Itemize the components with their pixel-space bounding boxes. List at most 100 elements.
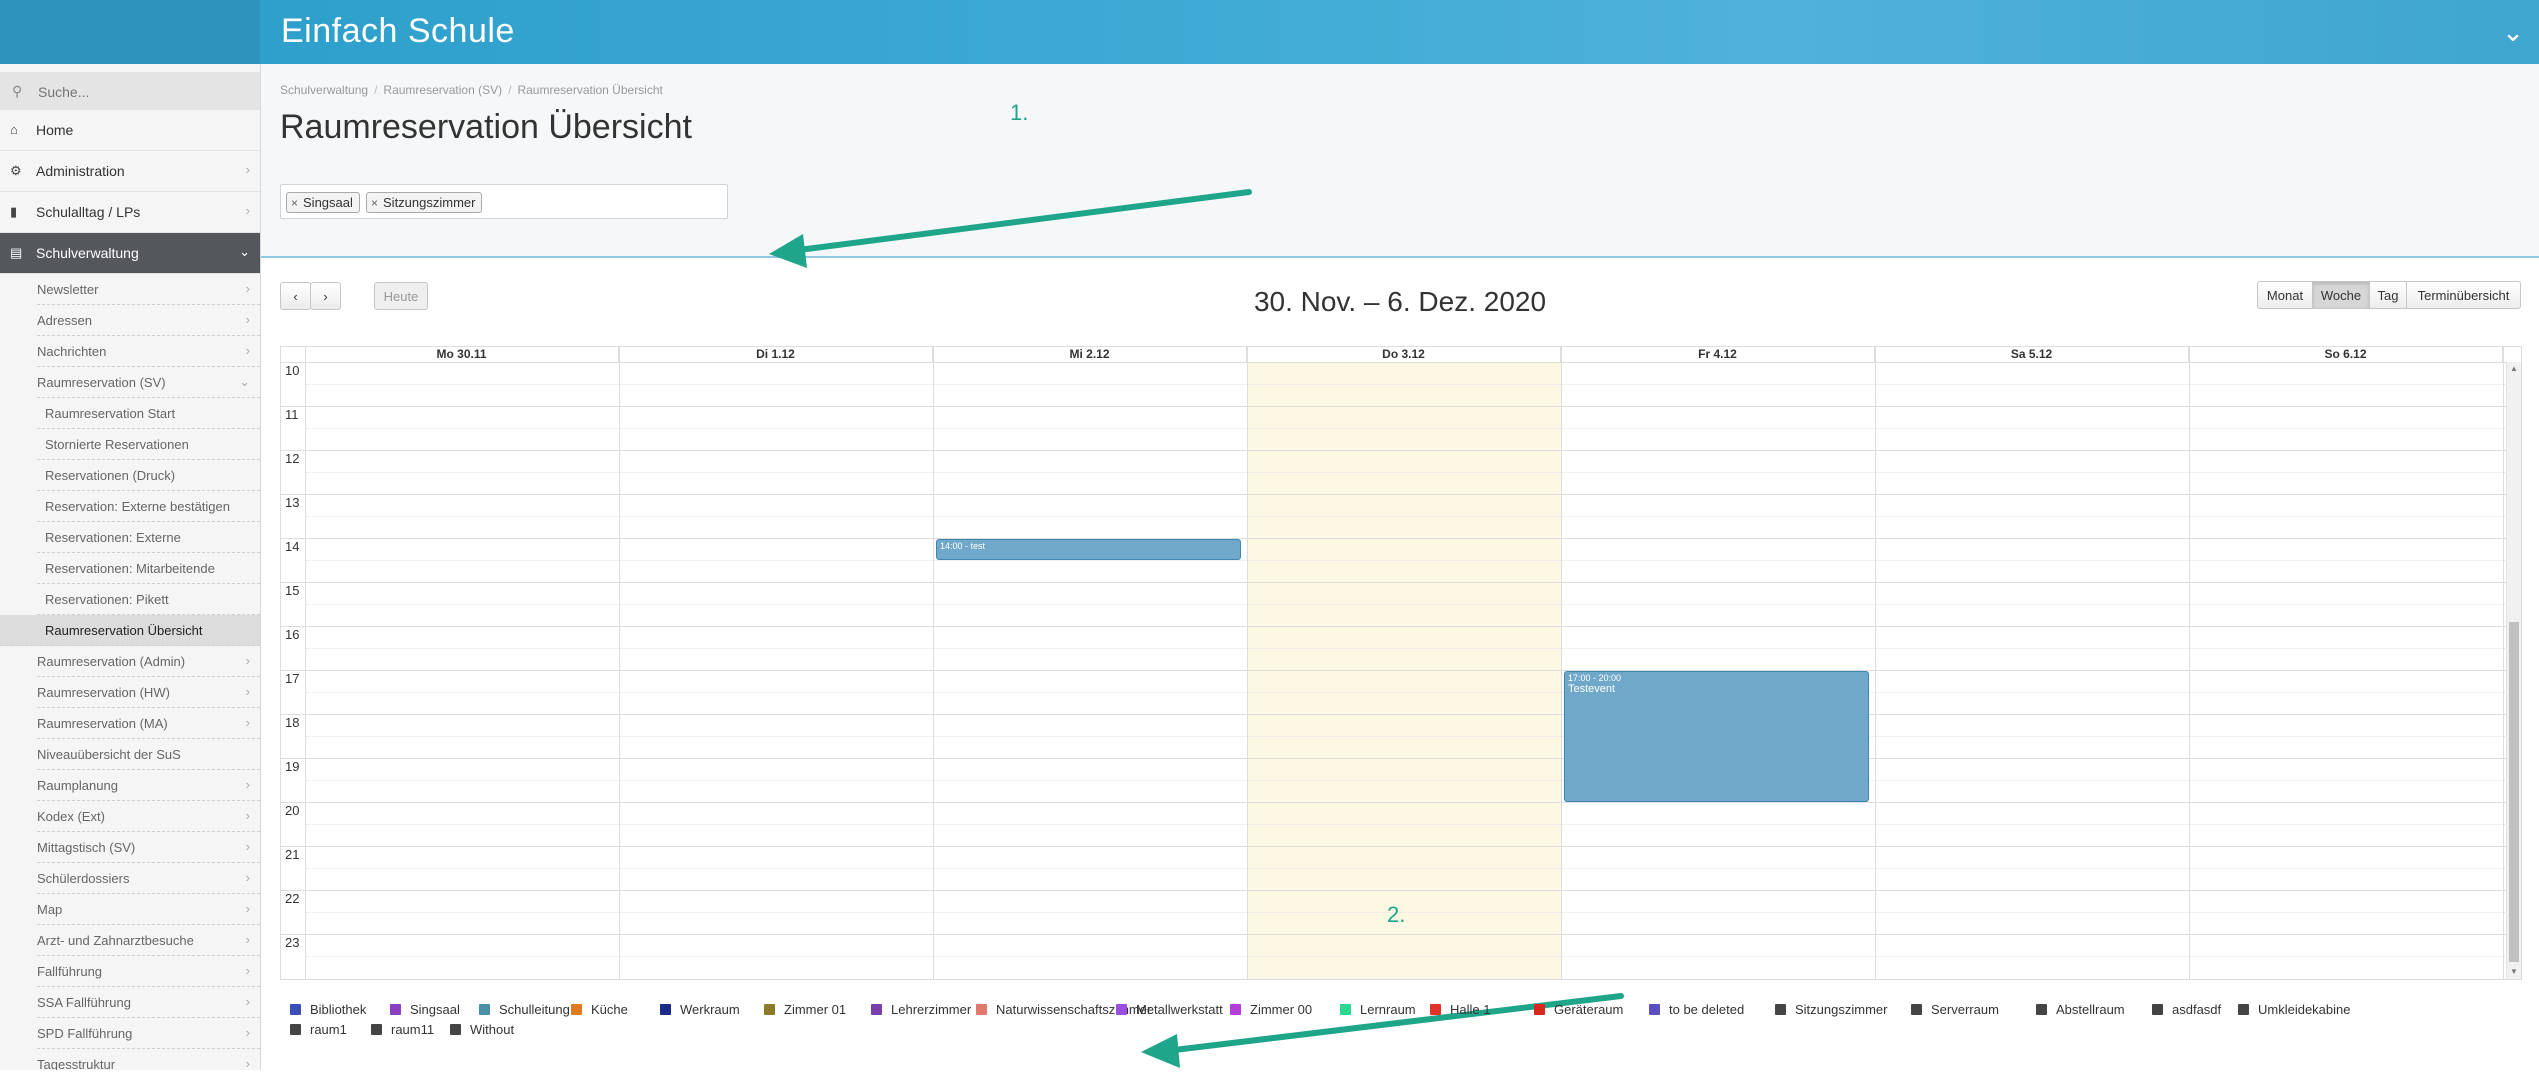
legend-label: Zimmer 00 <box>1250 1002 1313 1017</box>
sidebar-subsubitem[interactable]: Reservation: Externe bestätigen <box>37 491 260 522</box>
legend-item[interactable]: Schulleitung <box>479 1002 570 1017</box>
legend-item[interactable]: Umkleidekabine <box>2238 1002 2351 1017</box>
legend-label: raum1 <box>310 1022 347 1037</box>
day-column-header[interactable]: Mo 30.11 <box>305 347 619 362</box>
legend-item[interactable]: Lehrerzimmer <box>871 1002 971 1017</box>
remove-tag-icon[interactable]: × <box>371 196 378 210</box>
sidebar-subsubitem[interactable]: Reservationen: Mitarbeitende <box>37 553 260 584</box>
sidebar-subitem[interactable]: Kodex (Ext) › <box>37 801 260 832</box>
chevron-right-icon: › <box>245 994 250 1009</box>
search-input[interactable] <box>36 78 250 106</box>
day-column-header[interactable]: Di 1.12 <box>619 347 933 362</box>
sidebar-subitem[interactable]: Fallführung › <box>37 956 260 987</box>
view-agenda-button[interactable]: Terminübersicht <box>2406 281 2521 309</box>
half-hour-line <box>305 428 2507 429</box>
breadcrumb-item[interactable]: Raumreservation (SV) <box>383 83 502 97</box>
calendar-event[interactable]: 14:00 - test <box>936 539 1241 560</box>
sidebar-subitem[interactable]: Raumreservation (HW) › <box>37 677 260 708</box>
sidebar-subsubitem[interactable]: Raumreservation Start <box>37 398 260 429</box>
legend-item[interactable]: to be deleted <box>1649 1002 1744 1017</box>
day-column-header[interactable]: Do 3.12 <box>1247 347 1561 362</box>
legend-item[interactable]: asdfasdf <box>2152 1002 2221 1017</box>
legend-item[interactable]: raum1 <box>290 1022 347 1037</box>
breadcrumb-item[interactable]: Schulverwaltung <box>280 83 368 97</box>
sidebar-subsubitem[interactable]: Reservationen (Druck) <box>37 460 260 491</box>
legend-label: Zimmer 01 <box>784 1002 847 1017</box>
scroll-up-icon[interactable]: ▲ <box>2509 364 2519 374</box>
day-column-header[interactable]: Mi 2.12 <box>933 347 1247 362</box>
sidebar-subitem[interactable]: Raumreservation (SV) ⌄ <box>37 367 260 398</box>
sidebar-item-administration[interactable]: ⚙ Administration › <box>0 151 260 192</box>
hour-line <box>281 626 2507 627</box>
sidebar-subitem[interactable]: Map › <box>37 894 260 925</box>
legend-item[interactable]: Zimmer 00 <box>1230 1002 1312 1017</box>
sidebar-item-label: Schulverwaltung <box>36 245 139 261</box>
hour-label: 18 <box>285 715 300 730</box>
legend-item[interactable]: Serverraum <box>1911 1002 1999 1017</box>
chevron-right-icon: › <box>245 715 250 730</box>
legend-item[interactable]: Metallwerkstatt <box>1116 1002 1223 1017</box>
legend-item[interactable]: Zimmer 01 <box>764 1002 846 1017</box>
day-column-header[interactable]: Fr 4.12 <box>1561 347 1875 362</box>
legend-item[interactable]: Halle 1 <box>1430 1002 1490 1017</box>
view-week-button[interactable]: Woche <box>2312 281 2370 309</box>
sidebar-subitem-label: Arzt- und Zahnarztbesuche <box>37 933 194 948</box>
day-column-header[interactable]: So 6.12 <box>2189 347 2503 362</box>
legend-item[interactable]: Singsaal <box>390 1002 460 1017</box>
day-column-divider <box>1875 347 1876 979</box>
sidebar-subitem[interactable]: Schülerdossiers › <box>37 863 260 894</box>
legend-item[interactable]: raum11 <box>371 1022 434 1037</box>
sidebar-subsubitem[interactable]: Reservationen: Pikett <box>37 584 260 615</box>
sidebar-subitem[interactable]: Niveauübersicht der SuS <box>37 739 260 770</box>
calendar-event[interactable]: 17:00 - 20:00 Testevent <box>1564 671 1869 802</box>
view-month-button[interactable]: Monat <box>2257 281 2313 309</box>
scroll-down-icon[interactable]: ▼ <box>2509 967 2519 977</box>
sidebar-subitem[interactable]: Mittagstisch (SV) › <box>37 832 260 863</box>
sidebar-subitem-label: Raumreservation (Admin) <box>37 654 186 669</box>
scrollbar-thumb[interactable] <box>2509 622 2519 962</box>
filter-tag: × Sitzungszimmer <box>366 192 483 213</box>
sidebar-subitem[interactable]: Adressen › <box>37 305 260 336</box>
sidebar-subitem[interactable]: Raumreservation (Admin) › <box>37 646 260 677</box>
sidebar-subitem[interactable]: SPD Fallführung › <box>37 1018 260 1049</box>
sidebar-subsubitem[interactable]: Reservationen: Externe <box>37 522 260 553</box>
sidebar-subitem[interactable]: Newsletter › <box>37 274 260 305</box>
sidebar-subsubitem-label: Reservationen: Pikett <box>45 592 169 607</box>
sidebar-item-home[interactable]: ⌂ Home <box>0 110 260 151</box>
view-day-button[interactable]: Tag <box>2369 281 2407 309</box>
sidebar-subitem-label: Raumreservation (HW) <box>37 685 170 700</box>
app-title: Einfach Schule <box>281 12 515 50</box>
legend-swatch <box>764 1004 775 1015</box>
sidebar-subsubitem-label: Stornierte Reservationen <box>45 437 189 452</box>
sidebar-subitem[interactable]: Arzt- und Zahnarztbesuche › <box>37 925 260 956</box>
day-column-divider <box>1247 347 1248 979</box>
chevron-down-icon[interactable]: ⌄ <box>2499 18 2527 46</box>
event-time: 17:00 - 20:00 <box>1568 673 1622 683</box>
legend-item[interactable]: Geräteraum <box>1534 1002 1623 1017</box>
room-filter-input[interactable]: × Singsaal × Sitzungszimmer <box>280 184 728 219</box>
legend-item[interactable]: Sitzungszimmer <box>1775 1002 1887 1017</box>
half-hour-line <box>305 912 2507 913</box>
day-column-header[interactable]: Sa 5.12 <box>1875 347 2189 362</box>
sidebar-subitem[interactable]: Raumplanung › <box>37 770 260 801</box>
sidebar-subitem[interactable]: Nachrichten › <box>37 336 260 367</box>
legend-item[interactable]: Werkraum <box>660 1002 740 1017</box>
hour-line <box>281 538 2507 539</box>
sidebar-item-schulverwaltung[interactable]: ▤ Schulverwaltung ⌄ <box>0 233 260 274</box>
hour-label: 15 <box>285 583 300 598</box>
remove-tag-icon[interactable]: × <box>291 196 298 210</box>
legend-item[interactable]: Bibliothek <box>290 1002 366 1017</box>
chevron-right-icon: › <box>245 312 250 327</box>
sidebar-subitem[interactable]: SSA Fallführung › <box>37 987 260 1018</box>
legend-item[interactable]: Abstellraum <box>2036 1002 2125 1017</box>
header-divider <box>281 362 2507 363</box>
legend-item[interactable]: Küche <box>571 1002 628 1017</box>
sidebar-subitem[interactable]: Tagesstruktur › <box>37 1049 260 1070</box>
sidebar-item-schulalltag-lps[interactable]: ▮ Schulalltag / LPs › <box>0 192 260 233</box>
sidebar-subitem[interactable]: Raumreservation (MA) › <box>37 708 260 739</box>
calendar-scrollbar[interactable]: ▲ ▼ <box>2506 362 2521 979</box>
legend-item[interactable]: Without <box>450 1022 514 1037</box>
sidebar-subsubitem[interactable]: Stornierte Reservationen <box>37 429 260 460</box>
sidebar-subsubitem[interactable]: Raumreservation Übersicht <box>0 615 260 646</box>
legend-item[interactable]: Lernraum <box>1340 1002 1416 1017</box>
